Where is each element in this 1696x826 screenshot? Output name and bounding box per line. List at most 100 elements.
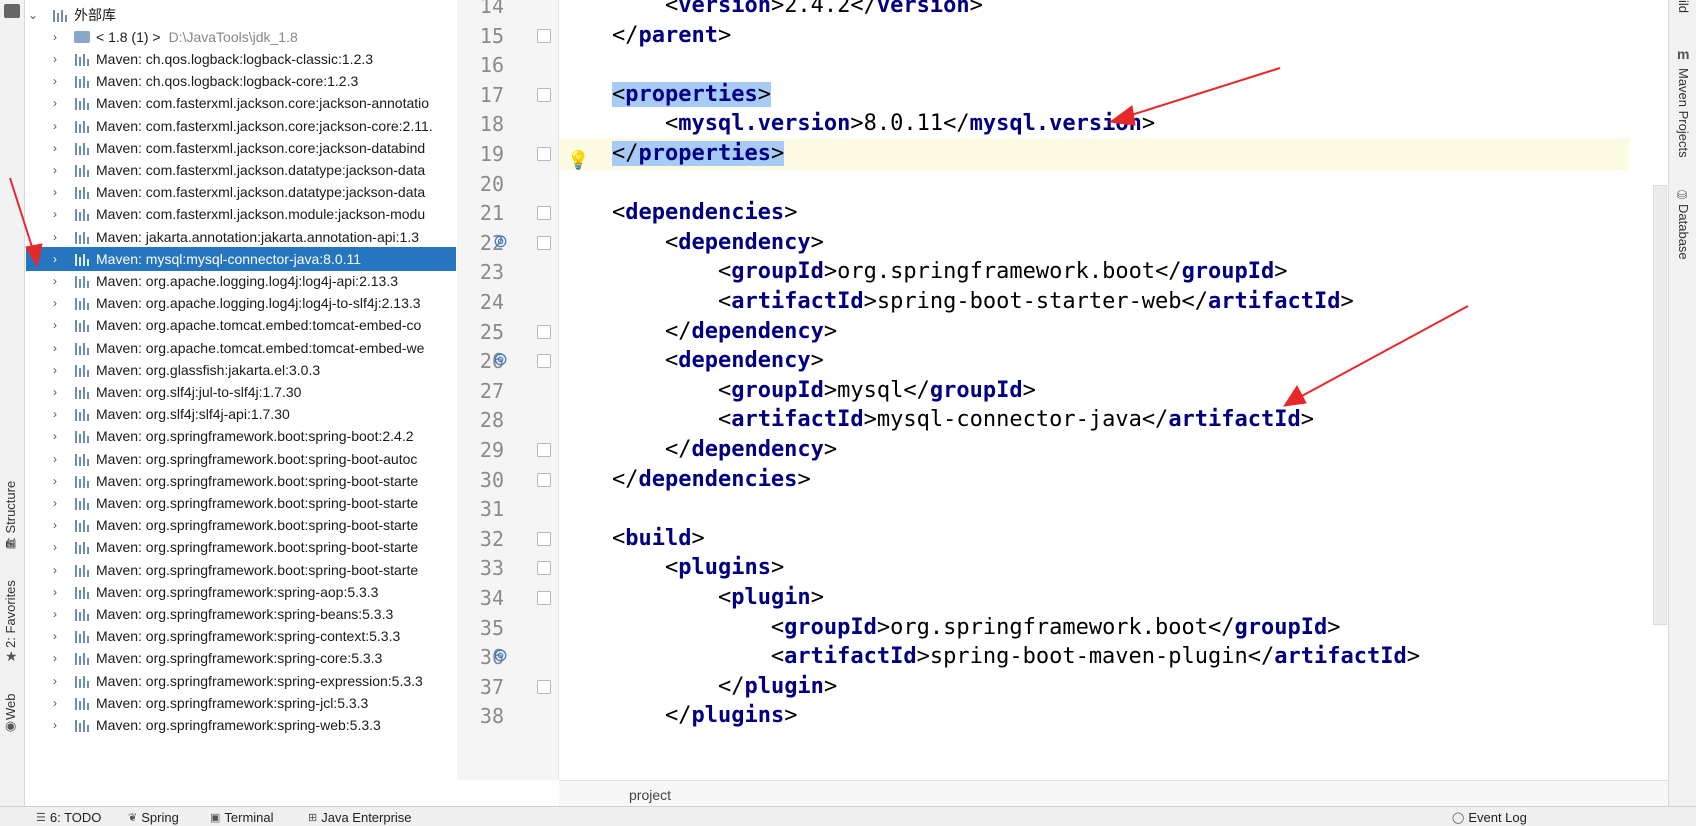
chevron-right-icon[interactable]: › xyxy=(48,629,62,643)
code-line[interactable]: </properties> xyxy=(559,138,1629,170)
library-item[interactable]: › Maven: org.springframework:spring-conte… xyxy=(26,624,456,648)
library-item[interactable]: › Maven: org.apache.tomcat.embed:tomcat-e… xyxy=(26,313,456,337)
code-line[interactable]: <groupId>org.springframework.boot</group… xyxy=(559,256,1629,288)
fold-marker-icon[interactable] xyxy=(537,472,551,487)
code-line[interactable] xyxy=(559,493,1629,525)
code-area[interactable]: <version>2.4.2</version> </parent> <prop… xyxy=(559,0,1629,780)
fold-marker-icon[interactable] xyxy=(537,87,551,102)
fold-marker-icon[interactable] xyxy=(537,531,551,546)
code-line[interactable]: </dependency> xyxy=(559,434,1629,466)
chevron-right-icon[interactable]: › xyxy=(48,207,62,221)
chevron-down-icon[interactable]: ⌄ xyxy=(26,8,40,22)
chevron-right-icon[interactable]: › xyxy=(48,230,62,244)
library-item[interactable]: › Maven: org.springframework.boot:spring-… xyxy=(26,535,456,559)
chevron-right-icon[interactable]: › xyxy=(48,96,62,110)
library-item[interactable]: › Maven: org.springframework.boot:spring-… xyxy=(26,447,456,471)
project-icon[interactable] xyxy=(4,4,20,18)
library-item[interactable]: › Maven: org.springframework:spring-expre… xyxy=(26,669,456,693)
todo-tab[interactable]: ☰ 6: TODO xyxy=(36,810,101,825)
code-line[interactable]: <dependencies> xyxy=(559,197,1629,229)
library-item[interactable]: › Maven: jakarta.annotation:jakarta.annot… xyxy=(26,225,456,249)
fold-marker-icon[interactable] xyxy=(537,591,551,605)
library-item[interactable]: › Maven: mysql:mysql-connector-java:8.0.1… xyxy=(26,246,456,271)
library-item[interactable]: › Maven: com.fasterxml.jackson.datatype:j… xyxy=(26,180,456,204)
code-line[interactable]: <groupId>mysql</groupId> xyxy=(559,375,1629,407)
chevron-right-icon[interactable]: › xyxy=(48,540,62,554)
code-line[interactable]: <build> xyxy=(559,523,1629,555)
library-item[interactable]: › Maven: com.fasterxml.jackson.module:jac… xyxy=(26,202,456,226)
chevron-right-icon[interactable]: › xyxy=(48,674,62,688)
chevron-right-icon[interactable]: › xyxy=(48,452,62,466)
chevron-right-icon[interactable]: › xyxy=(48,518,62,532)
chevron-right-icon[interactable]: › xyxy=(48,252,62,266)
chevron-right-icon[interactable]: › xyxy=(48,318,62,332)
library-item[interactable]: › Maven: org.slf4j:jul-to-slf4j:1.7.30 xyxy=(26,380,456,404)
library-item[interactable]: › Maven: org.springframework.boot:spring-… xyxy=(26,513,456,537)
library-item[interactable]: › Maven: ch.qos.logback:logback-classic:1… xyxy=(26,47,456,71)
project-tree[interactable]: ⌄ 外部库 › < 1.8 (1) > D:\JavaTools\jdk_1.8… xyxy=(26,0,456,806)
chevron-right-icon[interactable]: › xyxy=(48,30,62,44)
java-enterprise-tab[interactable]: ⊞ Java Enterprise xyxy=(308,810,412,825)
chevron-right-icon[interactable]: › xyxy=(48,407,62,421)
code-line[interactable]: <artifactId>spring-boot-maven-plugin</ar… xyxy=(559,641,1629,673)
chevron-right-icon[interactable]: › xyxy=(48,296,62,310)
code-line[interactable]: <mysql.version>8.0.11</mysql.version> xyxy=(559,108,1629,140)
library-item[interactable]: › Maven: org.springframework.boot:spring-… xyxy=(26,558,456,582)
code-line[interactable] xyxy=(559,168,1629,200)
library-item[interactable]: › Maven: org.slf4j:slf4j-api:1.7.30 xyxy=(26,402,456,426)
editor-scrollbar[interactable] xyxy=(1653,185,1667,625)
fold-marker-icon[interactable] xyxy=(537,679,551,694)
library-item[interactable]: › Maven: org.springframework:spring-jcl:5… xyxy=(26,691,456,715)
fold-marker-icon[interactable] xyxy=(537,147,551,161)
favorites-tab[interactable]: 2: Favorites xyxy=(3,580,18,648)
fold-marker-icon[interactable] xyxy=(537,28,551,43)
jdk-node[interactable]: › < 1.8 (1) > D:\JavaTools\jdk_1.8 xyxy=(26,25,456,49)
chevron-right-icon[interactable]: › xyxy=(48,563,62,577)
chevron-right-icon[interactable]: › xyxy=(48,363,62,377)
library-item[interactable]: › Maven: com.fasterxml.jackson.core:jacks… xyxy=(26,136,456,160)
chevron-right-icon[interactable]: › xyxy=(48,718,62,732)
chevron-right-icon[interactable]: › xyxy=(48,141,62,155)
library-item[interactable]: › Maven: com.fasterxml.jackson.core:jacks… xyxy=(26,91,456,115)
code-line[interactable]: <plugin> xyxy=(559,582,1629,614)
chevron-right-icon[interactable]: › xyxy=(48,429,62,443)
code-line[interactable]: <plugins> xyxy=(559,552,1629,584)
library-item[interactable]: › Maven: org.springframework:spring-beans… xyxy=(26,602,456,626)
database-tab[interactable]: Database xyxy=(1676,204,1691,260)
external-libraries-node[interactable]: ⌄ 外部库 xyxy=(26,3,456,27)
code-line[interactable]: </dependency> xyxy=(559,316,1629,348)
code-line[interactable]: </parent> xyxy=(559,20,1629,52)
event-log-tab[interactable]: ◯ Event Log xyxy=(1452,810,1527,825)
chevron-right-icon[interactable]: › xyxy=(48,496,62,510)
chevron-right-icon[interactable]: › xyxy=(48,385,62,399)
library-item[interactable]: › Maven: org.springframework:spring-web:5… xyxy=(26,713,456,737)
fold-marker-icon[interactable] xyxy=(537,324,551,339)
library-item[interactable]: › Maven: org.glassfish:jakarta.el:3.0.3 xyxy=(26,358,456,382)
code-line[interactable]: </dependencies> xyxy=(559,464,1629,496)
library-item[interactable]: › Maven: org.springframework.boot:spring-… xyxy=(26,491,456,515)
build-tab[interactable]: ild xyxy=(1676,0,1691,13)
code-line[interactable]: <dependency> xyxy=(559,345,1629,377)
spring-tab[interactable]: ❦ Spring xyxy=(128,810,179,825)
library-item[interactable]: › Maven: org.apache.tomcat.embed:tomcat-e… xyxy=(26,336,456,360)
lightbulb-icon[interactable]: 💡 xyxy=(567,150,589,171)
fold-marker-icon[interactable] xyxy=(537,561,551,576)
chevron-right-icon[interactable]: › xyxy=(48,651,62,665)
maven-dependency-icon[interactable]: ⊚ xyxy=(493,349,508,370)
code-line[interactable]: <dependency> xyxy=(559,227,1629,259)
library-item[interactable]: › Maven: org.springframework:spring-aop:5… xyxy=(26,580,456,604)
code-editor[interactable]: 14 15 16 17 18 19 20 21 22 ⊚ 23 24 25 26 ⊚ 27 28 29 30 31 32… xyxy=(457,0,1669,806)
fold-marker-icon[interactable] xyxy=(537,443,551,457)
library-item[interactable]: › Maven: org.springframework.boot:spring-… xyxy=(26,424,456,448)
chevron-right-icon[interactable]: › xyxy=(48,585,62,599)
breadcrumb-project[interactable]: project xyxy=(629,787,671,803)
library-item[interactable]: › Maven: com.fasterxml.jackson.core:jacks… xyxy=(26,114,456,138)
fold-marker-icon[interactable] xyxy=(537,354,551,369)
chevron-right-icon[interactable]: › xyxy=(48,74,62,88)
chevron-right-icon[interactable]: › xyxy=(48,119,62,133)
library-item[interactable]: › Maven: org.springframework.boot:spring-… xyxy=(26,469,456,493)
code-line[interactable]: <artifactId>spring-boot-starter-web</art… xyxy=(559,286,1629,318)
code-line[interactable]: </plugin> xyxy=(559,671,1629,703)
maven-dependency-icon[interactable]: ⊚ xyxy=(493,231,508,252)
library-item[interactable]: › Maven: com.fasterxml.jackson.datatype:j… xyxy=(26,158,456,182)
